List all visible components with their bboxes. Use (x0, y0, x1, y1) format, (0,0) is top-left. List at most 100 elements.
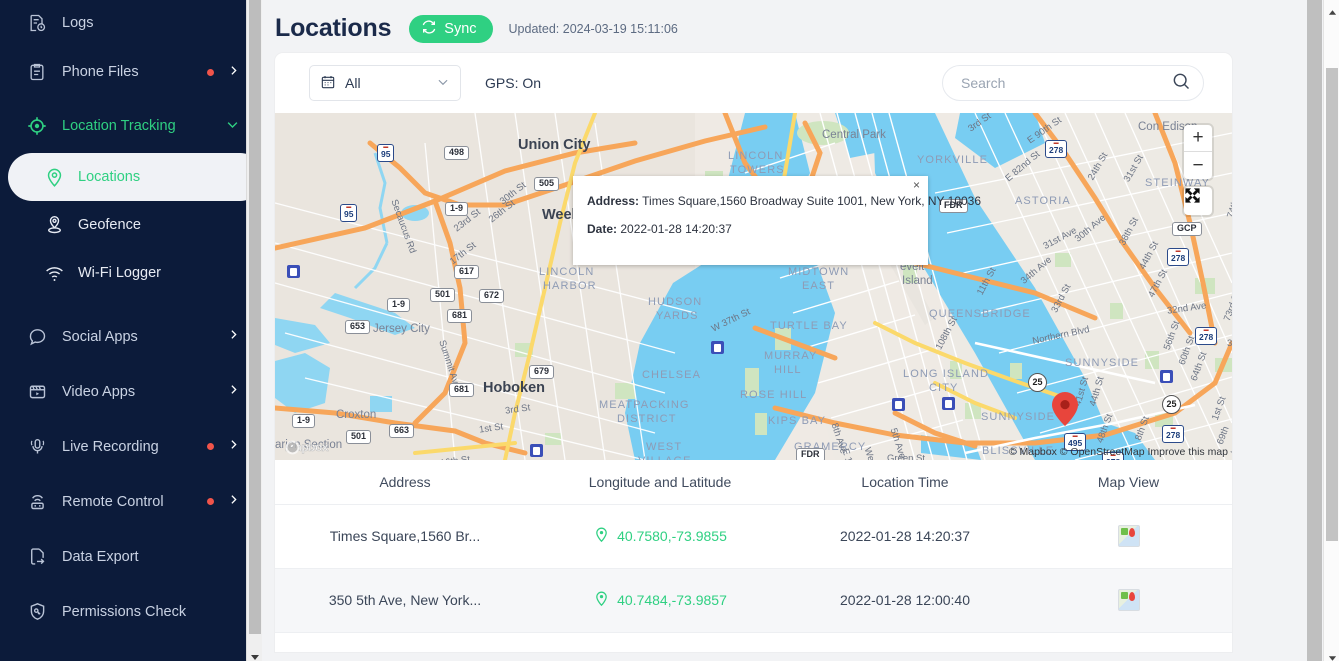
map-route-shield: 663 (389, 424, 415, 438)
sync-button[interactable]: Sync (409, 14, 493, 43)
chevron-down-icon[interactable] (436, 75, 450, 92)
sidebar-item-label: Permissions Check (62, 603, 187, 620)
page-title: Locations (275, 14, 392, 42)
logs-icon (24, 10, 50, 36)
scroll-up-arrow-icon[interactable] (1328, 4, 1337, 15)
map-pin-icon (42, 165, 66, 189)
cell-location-time: 2022-01-28 12:00:40 (785, 568, 1025, 633)
zoom-out-button[interactable]: − (1184, 152, 1212, 179)
sidebar-item-permissions-check[interactable]: Permissions Check (0, 584, 262, 639)
popup-date-line: Date: 2022-01-28 14:20:37 (587, 222, 914, 236)
search-box[interactable] (942, 65, 1204, 101)
map-route-shield: FDR (796, 448, 825, 460)
sidebar-item-locations[interactable]: Locations (8, 153, 262, 201)
sidebar-item-label: Geofence (78, 217, 141, 233)
search-input[interactable] (961, 75, 1171, 91)
calendar-icon (320, 74, 336, 93)
notification-dot (207, 498, 214, 505)
locations-table: Address Longitude and Latitude Location … (275, 460, 1232, 652)
zoom-in-button[interactable]: + (1184, 125, 1212, 152)
sidebar-scroll-area: Logs Phone Files Location Tracking Locat… (0, 0, 262, 661)
map-interstate-shield: ▬278 (1162, 425, 1185, 443)
column-header-map-view[interactable]: Map View (1025, 460, 1232, 505)
map-route-shield: 679 (529, 365, 555, 379)
map-route-circle: 25 (1162, 395, 1181, 414)
cell-map-view[interactable] (1025, 568, 1232, 633)
sync-icon (421, 19, 437, 39)
column-header-coordinates[interactable]: Longitude and Latitude (535, 460, 785, 505)
cell-coordinates: 40.7580,-73.9855 (535, 504, 785, 569)
sidebar-item-data-export[interactable]: Data Export (0, 529, 262, 584)
sidebar: Logs Phone Files Location Tracking Locat… (0, 0, 262, 661)
sidebar-item-wifi-logger[interactable]: Wi-Fi Logger (0, 249, 262, 297)
geofence-icon (42, 213, 66, 237)
sidebar-item-geofence[interactable]: Geofence (0, 201, 262, 249)
map-canvas[interactable]: Union City Weeh Hoboken Jersey City Croxton a… (275, 113, 1232, 460)
column-header-address[interactable]: Address (275, 460, 535, 505)
sidebar-item-label: Data Export (62, 548, 139, 565)
search-icon[interactable] (1171, 71, 1191, 96)
chevron-down-icon[interactable] (225, 117, 240, 136)
table-row[interactable]: Times Square,1560 Br... 40.7580,-73.9855 (275, 504, 1232, 569)
map-info-popup[interactable]: × Address: Times Square,1560 Broadway Su… (573, 176, 981, 265)
map-route-shield: 501 (346, 430, 372, 444)
remote-signal-icon (24, 489, 50, 515)
chevron-right-icon[interactable] (227, 328, 240, 345)
sidebar-item-logs[interactable]: Logs (0, 0, 262, 45)
fullscreen-button[interactable] (1184, 187, 1212, 215)
sidebar-item-phone-files[interactable]: Phone Files (0, 45, 262, 99)
map-route-shield: 681 (447, 309, 473, 323)
map-transit-icon (287, 265, 300, 278)
map-transit-icon (711, 341, 724, 354)
map-interstate-shield: ▬278 (1045, 140, 1068, 158)
video-icon (24, 379, 50, 405)
map-thumbnail-icon[interactable] (1117, 589, 1140, 611)
sidebar-item-social-apps[interactable]: Social Apps (0, 309, 262, 364)
page-scrollbar-thumb[interactable] (1326, 68, 1338, 541)
date-filter-select[interactable]: All (309, 65, 461, 101)
gps-status-text: GPS: On (485, 75, 542, 91)
location-pin-icon (593, 590, 610, 610)
chevron-right-icon[interactable] (227, 383, 240, 400)
close-icon[interactable]: × (913, 178, 920, 192)
locations-card: All GPS: On Search Union City Weeh Hobok… (275, 53, 1232, 652)
shield-key-icon (24, 599, 50, 625)
inner-scrollbar[interactable] (1307, 0, 1322, 661)
table-row[interactable] (275, 632, 1232, 652)
map-zoom-controls[interactable]: + − (1184, 125, 1212, 179)
scroll-down-arrow-icon[interactable] (250, 649, 260, 660)
mapbox-logo[interactable]: mapbox (285, 440, 329, 455)
chevron-right-icon[interactable] (227, 438, 240, 455)
page-scrollbar[interactable] (1323, 0, 1339, 661)
main-content: Locations Sync Updated: 2024-03-19 15:11… (262, 0, 1339, 661)
location-pin-icon (593, 526, 610, 546)
sidebar-item-label: Live Recording (62, 438, 159, 455)
sidebar-item-live-recording[interactable]: Live Recording (0, 419, 262, 474)
microphone-icon (24, 434, 50, 460)
chevron-right-icon[interactable] (227, 64, 240, 81)
sidebar-item-remote-control[interactable]: Remote Control (0, 474, 262, 529)
map-graphics (275, 113, 1232, 460)
map-thumbnail-icon[interactable] (1117, 525, 1140, 547)
notification-dot (207, 68, 214, 76)
sidebar-item-location-tracking[interactable]: Location Tracking (0, 99, 262, 153)
coordinates-text: 40.7580,-73.9855 (617, 528, 727, 544)
scroll-down-arrow-icon[interactable] (1328, 649, 1337, 661)
chevron-right-icon[interactable] (227, 493, 240, 510)
sidebar-item-video-apps[interactable]: Video Apps (0, 364, 262, 419)
map-interstate-shield: ▬278 (1167, 248, 1190, 266)
column-header-location-time[interactable]: Location Time (785, 460, 1025, 505)
sidebar-item-label: Logs (62, 14, 94, 31)
sidebar-scrollbar[interactable] (246, 0, 262, 661)
popup-date-label: Date: (587, 222, 618, 236)
map-route-shield: 1-9 (387, 298, 411, 312)
map-attribution[interactable]: © Mapbox © OpenStreetMap Improve this ma… (1009, 446, 1228, 458)
sidebar-item-label: Video Apps (62, 383, 136, 400)
sidebar-scrollbar-thumb[interactable] (249, 0, 261, 634)
cell-coordinates: 40.7484,-73.9857 (535, 568, 785, 633)
map-route-shield: 498 (444, 146, 470, 160)
clipboard-icon (24, 59, 50, 85)
map-interstate-shield: ▬278 (1195, 327, 1218, 345)
cell-map-view[interactable] (1025, 504, 1232, 569)
table-row[interactable]: 350 5th Ave, New York... 40.7484,-73.985… (275, 568, 1232, 633)
